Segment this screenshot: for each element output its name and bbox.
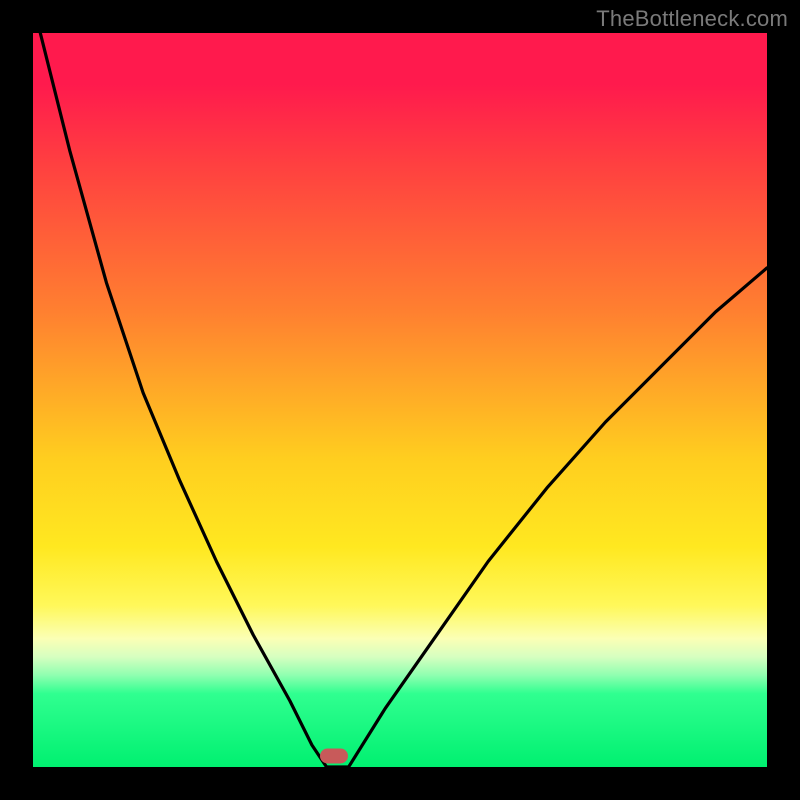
bottleneck-curve [33,33,767,767]
watermark-text: TheBottleneck.com [596,6,788,32]
curve-path [40,33,767,767]
chart-frame: TheBottleneck.com [0,0,800,800]
chart-plot-area [33,33,767,767]
optimal-point-marker [320,748,348,763]
